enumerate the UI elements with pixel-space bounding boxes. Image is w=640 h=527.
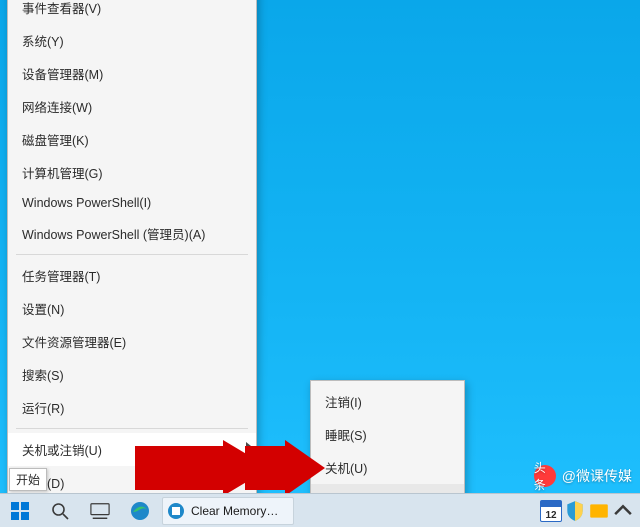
menu-item-label: 搜索(S) (22, 369, 64, 383)
windows-logo-icon (10, 501, 30, 521)
menu-item[interactable]: 网络连接(W) (8, 90, 256, 123)
menu-item-label: Windows PowerShell(I) (22, 196, 151, 210)
menu-item[interactable]: 设置(N) (8, 292, 256, 325)
tray-security[interactable] (564, 500, 586, 522)
submenu-arrow-icon (246, 442, 251, 450)
submenu-item[interactable]: 注销(I) (311, 385, 464, 418)
tray-app[interactable] (588, 500, 610, 522)
menu-item[interactable]: 设备管理器(M) (8, 57, 256, 90)
menu-item-label: Windows PowerShell (管理员)(A) (22, 228, 205, 242)
taskbar: Clear Memory… 12 (0, 493, 640, 527)
search-button[interactable] (40, 494, 80, 527)
submenu-item-label: 睡眠(S) (325, 429, 367, 443)
menu-item-label: 关机或注销(U) (22, 444, 102, 458)
menu-item-label: 任务管理器(T) (22, 270, 100, 284)
menu-item-label: 事件查看器(V) (22, 2, 101, 16)
app-icon (167, 502, 185, 520)
menu-item[interactable]: 文件资源管理器(E) (8, 325, 256, 358)
menu-separator (16, 254, 248, 255)
shield-icon (564, 500, 586, 522)
menu-item-label: 网络连接(W) (22, 101, 92, 115)
winx-context-menu: 应用和功能(F)电源选项(O)事件查看器(V)系统(Y)设备管理器(M)网络连接… (7, 0, 257, 504)
chevron-up-icon (612, 500, 634, 522)
menu-item[interactable]: Windows PowerShell(I) (8, 189, 256, 217)
submenu-item-label: 关机(U) (325, 462, 367, 476)
menu-item-label: 磁盘管理(K) (22, 134, 89, 148)
menu-item[interactable]: Windows PowerShell (管理员)(A) (8, 217, 256, 250)
start-tooltip: 开始 (9, 468, 47, 491)
submenu-item-label: 注销(I) (325, 396, 362, 410)
menu-separator (16, 428, 248, 429)
tray-overflow[interactable] (612, 500, 634, 522)
menu-item[interactable]: 运行(R) (8, 391, 256, 424)
system-tray: 12 (540, 500, 640, 522)
submenu-item[interactable]: 睡眠(S) (311, 418, 464, 451)
menu-item-label: 设备管理器(M) (22, 68, 103, 82)
menu-item-label: 系统(Y) (22, 35, 64, 49)
menu-item-label: 运行(R) (22, 402, 64, 416)
watermark-text: @微课传媒 (562, 466, 632, 486)
menu-item-label: 设置(N) (22, 303, 64, 317)
menu-item[interactable]: 计算机管理(G) (8, 156, 256, 189)
menu-item[interactable]: 任务管理器(T) (8, 259, 256, 292)
task-view-icon (90, 501, 110, 521)
edge-button[interactable] (120, 494, 160, 527)
taskbar-app-label: Clear Memory… (191, 504, 278, 518)
calendar-day: 12 (545, 510, 556, 521)
watermark-logo: 头条 (534, 465, 556, 487)
menu-item[interactable]: 事件查看器(V) (8, 0, 256, 24)
start-button[interactable] (0, 494, 40, 527)
search-icon (50, 501, 70, 521)
menu-item-label: 文件资源管理器(E) (22, 336, 126, 350)
tray-calendar[interactable]: 12 (540, 500, 562, 522)
menu-item[interactable]: 磁盘管理(K) (8, 123, 256, 156)
menu-item[interactable]: 搜索(S) (8, 358, 256, 391)
task-view-button[interactable] (80, 494, 120, 527)
calendar-icon: 12 (540, 500, 562, 522)
tray-app-icon (588, 500, 610, 522)
taskbar-app-clear-memory[interactable]: Clear Memory… (162, 497, 294, 525)
menu-item[interactable]: 关机或注销(U) (8, 433, 256, 466)
submenu-item[interactable]: 关机(U) (311, 451, 464, 484)
watermark: 头条 @微课传媒 (534, 465, 632, 487)
edge-icon (130, 501, 150, 521)
desktop: 应用和功能(F)电源选项(O)事件查看器(V)系统(Y)设备管理器(M)网络连接… (0, 0, 640, 527)
menu-item[interactable]: 系统(Y) (8, 24, 256, 57)
menu-item-label: 计算机管理(G) (22, 167, 103, 181)
